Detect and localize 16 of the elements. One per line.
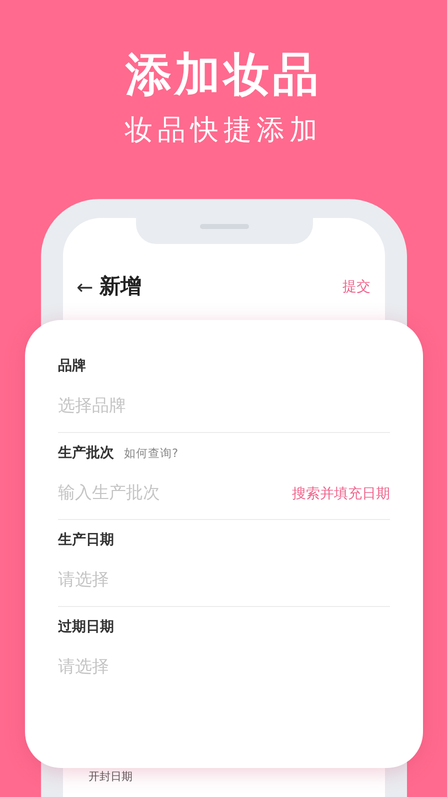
field-label: 品牌 xyxy=(58,357,86,376)
input-field[interactable]: 选择品牌 xyxy=(58,394,390,420)
headline: 添加妆品 xyxy=(126,46,322,102)
input-field[interactable]: 请选择 xyxy=(58,655,390,681)
field-label: 过期日期 xyxy=(58,618,114,637)
screen-title: 新增 xyxy=(99,273,142,300)
submit-button[interactable]: 提交 xyxy=(342,276,370,298)
back-button[interactable]: ← xyxy=(76,277,94,297)
field-label: 开封日期 xyxy=(88,768,134,784)
subheadline: 妆品快捷添加 xyxy=(124,112,322,148)
field-label: 生产日期 xyxy=(58,531,114,550)
input-field[interactable]: 请选择 xyxy=(58,568,390,594)
input-field[interactable]: 输入生产批次 xyxy=(58,481,292,507)
help-link[interactable]: 如何查询? xyxy=(124,445,178,462)
search-fill-button[interactable]: 搜索并填充日期 xyxy=(292,484,390,504)
field-label: 生产批次 xyxy=(58,444,114,463)
